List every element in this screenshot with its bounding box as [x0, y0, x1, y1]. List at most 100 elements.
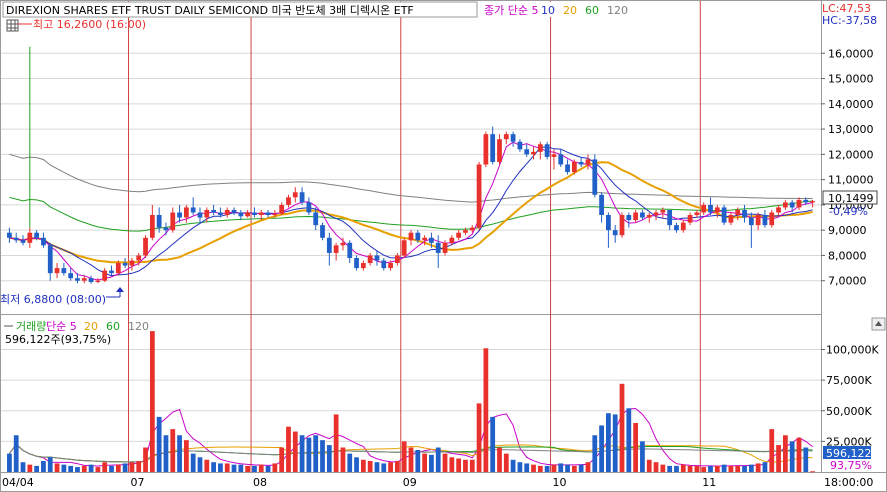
candle-body [320, 225, 325, 238]
volume-bar [197, 457, 203, 472]
candle-body [54, 268, 60, 274]
volume-bar [163, 435, 169, 472]
volume-bar [463, 459, 468, 472]
candle-body [27, 232, 33, 243]
candle-body [47, 245, 53, 274]
candle-body [313, 212, 319, 226]
candle-body [619, 215, 625, 236]
volume-bar [762, 462, 768, 472]
candle-body [401, 240, 407, 256]
candle-body [442, 242, 448, 253]
volume-bar [503, 453, 509, 472]
volume-legend-item[interactable]: 거래량 [16, 320, 46, 333]
candle-body [190, 207, 196, 213]
volume-bar [531, 464, 536, 472]
candle-body [490, 134, 496, 162]
volume-bar [640, 441, 645, 472]
volume-bar [252, 465, 257, 472]
volume-bar [606, 413, 611, 472]
price-tick-label: 7,0000 [828, 275, 867, 288]
hc-label: HC:-37,58 [822, 14, 877, 27]
volume-legend-item[interactable]: 단순 5 [46, 320, 77, 333]
candle-body [75, 278, 80, 281]
candle-body [34, 232, 40, 238]
date-tick-label: 11 [702, 476, 716, 489]
candle-body [708, 204, 713, 213]
candle-body [88, 278, 94, 282]
candle-body [776, 207, 781, 213]
volume-bar [136, 460, 142, 472]
candle-body [388, 263, 393, 269]
candle-body [449, 237, 455, 243]
volume-bar [510, 459, 516, 472]
legend-item[interactable]: 20 [563, 4, 577, 17]
volume-bar [422, 453, 427, 472]
price-legend[interactable]: 종가 단순 5 10 20 60 120 [480, 2, 640, 17]
volume-bar [728, 465, 734, 472]
volume-legend-item[interactable]: 60 [106, 320, 120, 333]
legend-item[interactable]: 120 [607, 4, 628, 17]
candle-body [354, 257, 359, 269]
legend-item[interactable]: 10 [541, 4, 555, 17]
volume-bar [143, 447, 148, 472]
scrollbar-arrow-icon[interactable] [871, 317, 886, 331]
candle-body [415, 232, 421, 241]
candle-body [306, 202, 312, 213]
volume-bar [20, 462, 26, 472]
volume-bar [129, 462, 135, 472]
candle-body [422, 237, 427, 241]
candle-body [340, 242, 346, 246]
candle-body [286, 197, 291, 205]
volume-bar [558, 463, 564, 472]
volume-bar [68, 465, 74, 472]
candle-body [742, 209, 747, 218]
candle-body [429, 237, 434, 243]
candle-body [735, 209, 741, 216]
volume-bar [660, 464, 666, 472]
date-tick-label: 07 [131, 476, 145, 489]
volume-bar [646, 459, 652, 472]
volume-bar [224, 463, 230, 472]
volume-bar [517, 462, 523, 472]
volume-bar [449, 457, 455, 472]
volume-bar [177, 435, 182, 472]
candle-body [238, 212, 244, 217]
volume-bar [782, 435, 788, 472]
volume-bar [340, 447, 346, 472]
candle-body [612, 230, 618, 236]
candle-body [456, 232, 462, 238]
volume-bar [367, 460, 373, 472]
price-tick-label: 16,0000 [828, 47, 874, 60]
candle-body [524, 149, 530, 155]
candle-body [20, 240, 26, 243]
volume-legend[interactable]: 거래량 단순 5 20 60 120 [4, 320, 149, 333]
volume-bar [742, 465, 747, 472]
legend-item[interactable]: 종가 단순 5 [484, 4, 538, 17]
chart-menu-icon[interactable] [6, 19, 19, 32]
volume-bar [211, 462, 216, 472]
date-tick-label: 18:00:00 [824, 476, 873, 489]
candle-body [762, 215, 768, 226]
volume-bar [313, 435, 319, 472]
candle-body [606, 215, 611, 231]
volume-tick-label: 50,000K [826, 405, 872, 418]
volume-bar [27, 464, 33, 472]
candle-body [333, 245, 339, 253]
candle-body [653, 212, 659, 216]
volume-bar [524, 463, 530, 472]
legend-item[interactable]: 60 [585, 4, 599, 17]
volume-bar [585, 462, 591, 472]
candle-body [68, 273, 74, 279]
candle-body [115, 263, 121, 274]
date-tick-label: 10 [553, 476, 567, 489]
volume-legend-item[interactable]: 120 [128, 320, 149, 333]
volume-legend-item[interactable]: 20 [84, 320, 98, 333]
candle-body [599, 194, 604, 216]
volume-info: 596,122주(93,75%) [5, 333, 111, 346]
candle-body [483, 134, 489, 165]
chart-window: 16,0000 15,0000 14,0000 13,0000 12,0000 11,00… [0, 0, 887, 492]
volume-bar [279, 447, 285, 472]
volume-bar [755, 463, 761, 472]
volume-bar [354, 457, 359, 472]
volume-bar [81, 465, 87, 472]
